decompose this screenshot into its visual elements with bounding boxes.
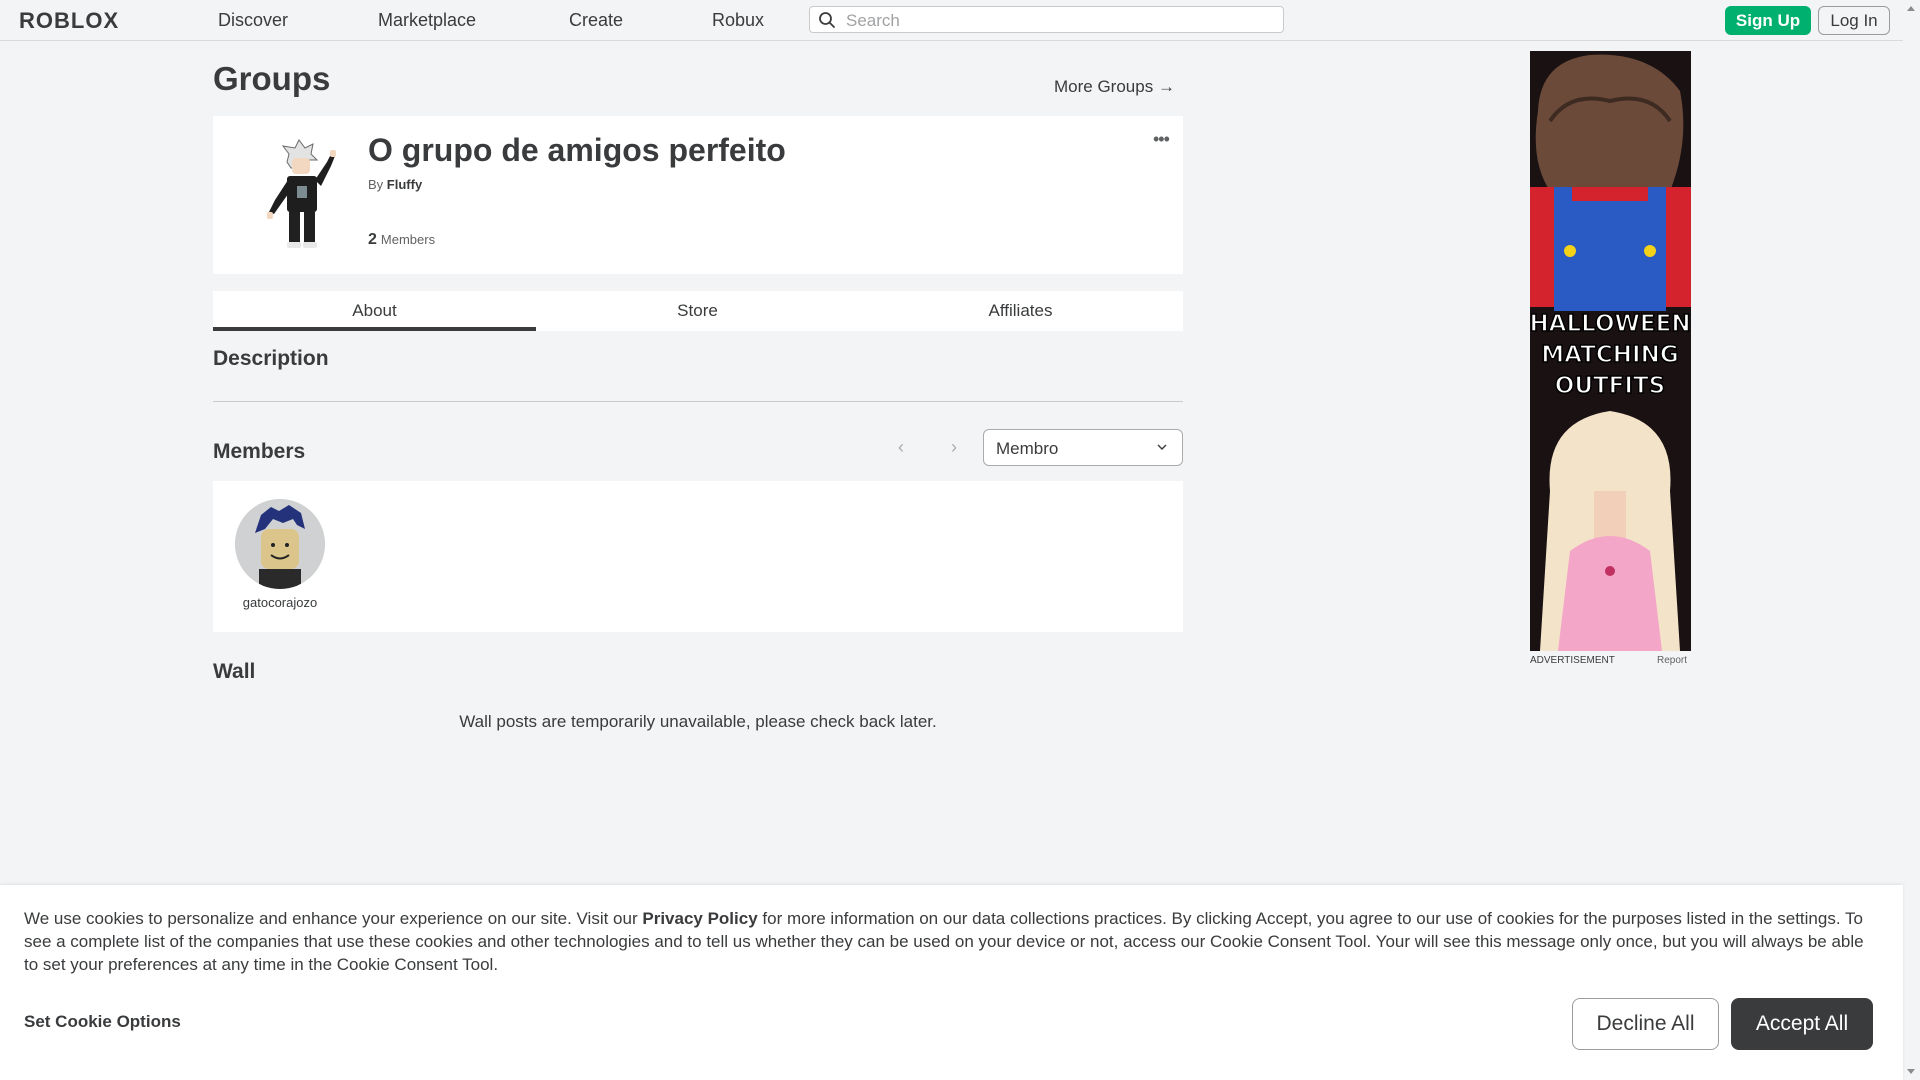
group-header-card: O grupo de amigos perfeito By Fluffy 2 Me… [213,116,1183,274]
search-input[interactable] [844,7,1278,34]
member-count-value: 2 [368,231,377,248]
group-owner-line: By Fluffy [368,177,422,192]
top-navbar: ROBLOX Discover Marketplace Create Robux… [0,0,1903,41]
nav-create[interactable]: Create [569,10,623,31]
cookie-message: We use cookies to personalize and enhanc… [24,907,1880,976]
advertisement-banner[interactable]: HALLOWEEN MATCHING OUTFITS [1530,51,1691,651]
description-heading: Description [213,347,329,370]
logo-text: ROBLOX [19,8,119,32]
wall-heading: Wall [213,660,256,683]
tab-store[interactable]: Store [536,291,859,331]
advertisement-label: ADVERTISEMENT [1530,655,1615,666]
member-avatar-image [235,499,325,589]
members-heading: Members [213,440,306,463]
tab-affiliates[interactable]: Affiliates [859,291,1182,331]
member-name[interactable]: gatocorajozo [235,595,325,610]
nav-robux[interactable]: Robux [712,10,764,31]
more-options-icon[interactable]: ••• [1153,130,1170,148]
role-dropdown[interactable]: Membro [983,429,1183,466]
group-name: O grupo de amigos perfeito [368,132,786,168]
members-list: gatocorajozo [213,481,1183,632]
nav-marketplace[interactable]: Marketplace [378,10,476,31]
role-dropdown-value: Membro [996,439,1059,458]
scroll-down-arrow-icon[interactable] [1907,1069,1915,1074]
more-groups-link[interactable]: More Groups → [1054,77,1175,97]
wall-unavailable-message: Wall posts are temporarily unavailable, … [459,712,937,731]
advertisement-image: HALLOWEEN MATCHING OUTFITS [1530,51,1691,651]
ad-line-1: HALLOWEEN [1530,311,1691,337]
more-groups-label: More Groups [1054,77,1154,96]
arrow-right-icon: → [1157,77,1175,96]
set-cookie-options-button[interactable]: Set Cookie Options [24,1012,181,1032]
login-button[interactable]: Log In [1818,6,1890,35]
privacy-policy-link[interactable]: Privacy Policy [642,909,757,928]
roblox-logo[interactable]: ROBLOX [19,8,139,32]
member-count-label: Members [380,232,436,247]
signup-button[interactable]: Sign Up [1725,6,1811,35]
cookie-text-before: We use cookies to personalize and enhanc… [24,909,643,928]
group-tabs: About Store Affiliates [213,291,1183,331]
member-avatar[interactable] [235,499,325,589]
group-member-count: 2 Members [368,231,435,249]
tab-about[interactable]: About [213,291,536,331]
page-scrollbar[interactable] [1903,0,1920,1080]
ad-line-2: MATCHING [1541,342,1678,368]
chevron-right-icon[interactable]: › [951,437,957,458]
chevron-down-icon [1157,444,1167,450]
by-label: By [368,177,384,192]
ad-line-3: OUTFITS [1555,373,1665,399]
description-divider [213,401,1183,402]
group-owner-link[interactable]: Fluffy [387,177,422,192]
nav-discover[interactable]: Discover [218,10,288,31]
search-icon [819,12,835,28]
scroll-up-arrow-icon[interactable] [1907,6,1915,11]
search-box[interactable] [809,6,1284,34]
ad-report-link[interactable]: Report [1657,655,1687,666]
cookie-consent-banner: We use cookies to personalize and enhanc… [0,885,1903,1080]
decline-all-button[interactable]: Decline All [1572,998,1719,1050]
group-emblem-avatar [247,136,357,258]
page-title: Groups [213,60,331,97]
accept-all-button[interactable]: Accept All [1731,998,1873,1050]
chevron-left-icon[interactable]: ‹ [898,437,904,458]
